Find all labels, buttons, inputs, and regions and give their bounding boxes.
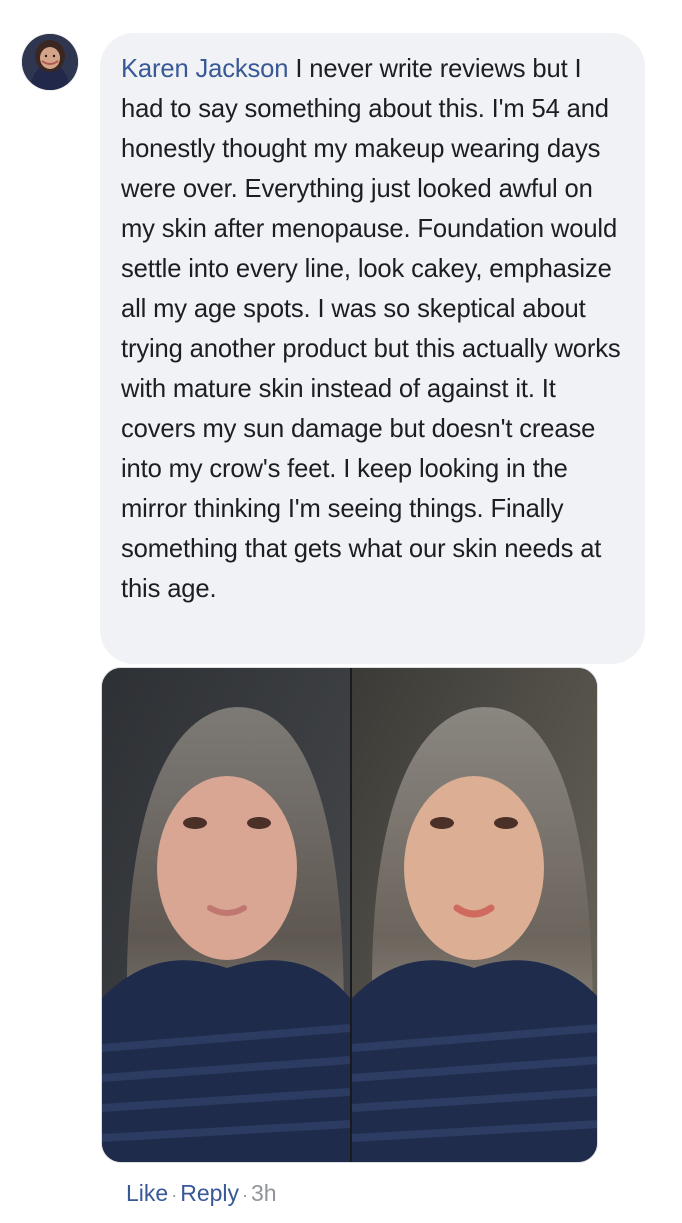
avatar-photo: [22, 34, 78, 90]
separator-dot: ·: [242, 1185, 249, 1205]
like-link[interactable]: Like: [126, 1180, 168, 1206]
comment-body: Karen Jackson I never write reviews but …: [121, 49, 625, 609]
comment-text: I never write reviews but I had to say s…: [121, 55, 621, 603]
comment-actions: Like · Reply · 3h: [126, 1178, 277, 1210]
attached-photo[interactable]: [101, 667, 598, 1163]
before-after-photo: [102, 668, 597, 1162]
avatar[interactable]: [22, 34, 78, 90]
comment-bubble: Karen Jackson I never write reviews but …: [100, 33, 645, 664]
timestamp[interactable]: 3h: [251, 1180, 277, 1206]
separator-dot: ·: [171, 1185, 178, 1205]
author-name-link[interactable]: Karen Jackson: [121, 55, 289, 83]
reply-link[interactable]: Reply: [180, 1180, 239, 1206]
